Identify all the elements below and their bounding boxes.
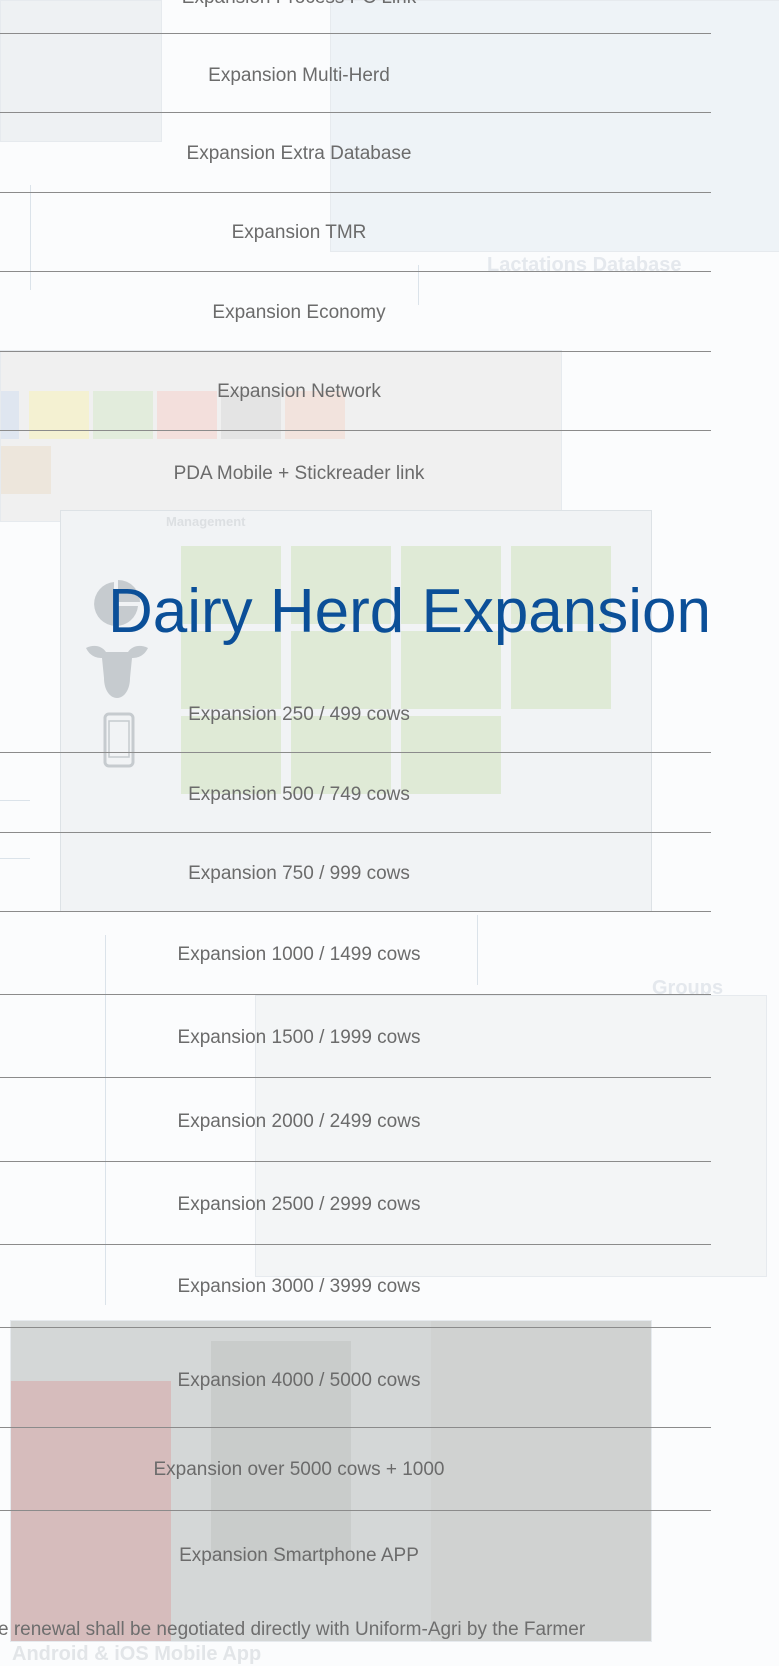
option-label: Expansion 2500 / 2999 cows	[177, 1194, 421, 1215]
list-item: Expansion Network	[0, 351, 711, 431]
option-label: Expansion Network	[217, 381, 381, 402]
option-label: PDA Mobile + Stickreader link	[173, 463, 425, 484]
list-item: Expansion 4000 / 5000 cows	[0, 1327, 711, 1428]
option-label: Expansion 3000 / 3999 cows	[177, 1276, 421, 1297]
option-label: Expansion 1000 / 1499 cows	[177, 944, 421, 965]
option-label: Expansion Multi-Herd	[208, 65, 390, 86]
list-item: Expansion 500 / 749 cows	[0, 752, 711, 833]
list-item: Expansion 2000 / 2499 cows	[0, 1077, 711, 1162]
list-item: Expansion 2500 / 2999 cows	[0, 1161, 711, 1245]
footnote: e renewal shall be negotiated directly w…	[0, 1619, 586, 1640]
option-label: Expansion Extra Database	[186, 143, 412, 164]
list-item: Expansion TMR	[0, 192, 711, 272]
option-label: Expansion Smartphone APP	[179, 1545, 419, 1566]
section-title: Dairy Herd Expansion	[107, 577, 711, 646]
list-item: Expansion Economy	[0, 271, 711, 352]
option-label: Expansion Economy	[212, 302, 386, 323]
list-item: Expansion over 5000 cows + 1000	[0, 1427, 711, 1511]
list-item: Expansion Process PC Link	[0, 0, 711, 34]
option-label: Expansion 1500 / 1999 cows	[177, 1027, 421, 1048]
list-item: Expansion Extra Database	[0, 112, 711, 193]
option-label: Expansion 2000 / 2499 cows	[177, 1111, 421, 1132]
option-label: Expansion TMR	[231, 222, 367, 243]
option-label: Expansion over 5000 cows + 1000	[153, 1459, 445, 1480]
option-label: Expansion 250 / 499 cows	[188, 704, 410, 725]
option-label: Expansion 4000 / 5000 cows	[177, 1370, 421, 1391]
list-item: Expansion 1500 / 1999 cows	[0, 994, 711, 1078]
list-item: Expansion 750 / 999 cows	[0, 832, 711, 912]
list-item: Expansion 250 / 499 cows	[0, 700, 711, 753]
list-item: Expansion 3000 / 3999 cows	[0, 1244, 711, 1328]
option-label: Expansion Process PC Link	[0, 0, 598, 9]
list-item: Expansion Multi-Herd	[0, 33, 711, 113]
list-item: Expansion 1000 / 1499 cows	[0, 911, 711, 995]
option-label: Expansion 750 / 999 cows	[188, 863, 410, 884]
option-label: Expansion 500 / 749 cows	[188, 784, 410, 805]
price-list: Expansion Process PC Link Expansion Mult…	[0, 0, 779, 1665]
